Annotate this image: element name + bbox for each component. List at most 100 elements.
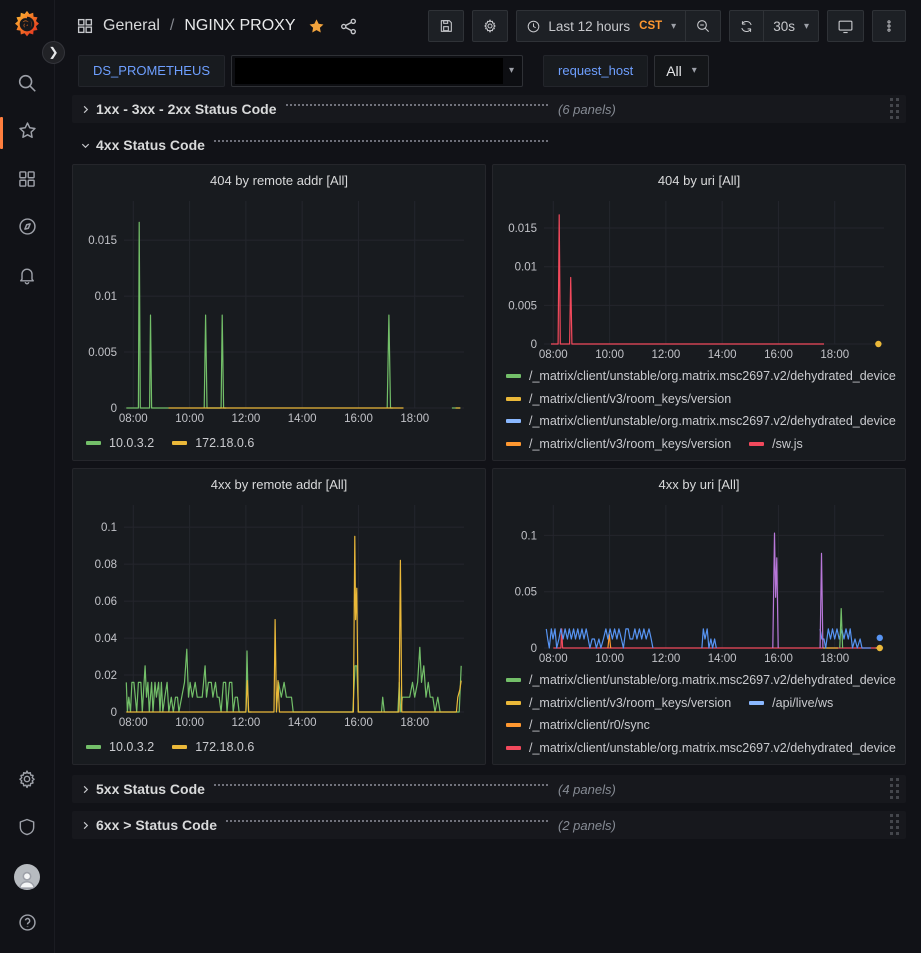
legend-item[interactable]: 172.18.0.6 <box>172 431 254 455</box>
svg-text:0.1: 0.1 <box>101 522 117 534</box>
panel-title[interactable]: 4xx by remote addr [All] <box>82 474 476 497</box>
svg-text:12:00: 12:00 <box>651 349 680 361</box>
legend-swatch <box>506 746 521 750</box>
legend-item[interactable]: 10.0.3.2 <box>86 431 154 455</box>
panel-legend: /_matrix/client/unstable/org.matrix.msc2… <box>502 363 896 455</box>
svg-text:0.01: 0.01 <box>515 262 537 274</box>
row-header-4xx[interactable]: 4xx Status Code <box>72 131 906 159</box>
panel-legend: /_matrix/client/unstable/org.matrix.msc2… <box>502 667 896 759</box>
legend-item[interactable]: /_matrix/client/v3/room_keys/version <box>506 433 731 456</box>
svg-text:0.02: 0.02 <box>95 670 117 682</box>
svg-text:0: 0 <box>111 403 117 415</box>
sidebar-item-help[interactable] <box>0 901 55 949</box>
row-drag-handle[interactable] <box>890 98 900 120</box>
refresh-button[interactable] <box>729 10 764 42</box>
row-drag-handle[interactable] <box>890 814 900 836</box>
variable-value-ds-prometheus[interactable]: ▾ <box>231 55 523 87</box>
svg-text:16:00: 16:00 <box>344 717 373 729</box>
header-toolbar: Last 12 hours CST ▾ 30s <box>428 10 906 42</box>
panel-legend: 10.0.3.2 172.18.0.6 <box>82 731 476 759</box>
legend-swatch <box>506 701 521 705</box>
row-panel-count: (4 panels) <box>558 782 616 797</box>
panel-title[interactable]: 404 by remote addr [All] <box>82 170 476 193</box>
dashboard-settings-button[interactable] <box>472 10 508 42</box>
variable-label-ds-prometheus[interactable]: DS_PROMETHEUS <box>78 55 225 87</box>
panel-4xx-by-uri: 4xx by uri [All] 08:0010:0012:0014:0016:… <box>492 468 906 765</box>
chevron-right-icon <box>80 820 96 831</box>
left-sidebar: ❯ <box>0 0 55 953</box>
timeseries-chart[interactable]: 08:0010:0012:0014:0016:0018:0000.0050.01… <box>502 193 896 363</box>
grafana-logo[interactable] <box>12 9 42 39</box>
timeseries-chart[interactable]: 08:0010:0012:0014:0016:0018:0000.050.1 <box>502 497 896 667</box>
sidebar-expand-button[interactable]: ❯ <box>42 41 65 64</box>
timezone-label: CST <box>639 20 662 32</box>
row-dotted-fill <box>214 140 548 142</box>
timeseries-chart[interactable]: 08:0010:0012:0014:0016:0018:0000.0050.01… <box>82 193 476 427</box>
time-range-picker[interactable]: Last 12 hours CST ▾ <box>516 10 686 42</box>
sidebar-item-search[interactable] <box>0 61 55 109</box>
tv-mode-button[interactable] <box>827 10 864 42</box>
legend-item[interactable]: /_matrix/client/v3/room_keys/version <box>506 388 731 411</box>
save-dashboard-button[interactable] <box>428 10 464 42</box>
legend-item[interactable]: /_matrix/client/v3/room_keys/version <box>506 692 731 715</box>
row-dotted-fill <box>226 820 548 822</box>
dashboard-title[interactable]: NGINX PROXY <box>184 17 295 35</box>
sidebar-item-dashboards[interactable] <box>0 157 55 205</box>
variable-label-request-host[interactable]: request_host <box>543 55 648 87</box>
dashboard-grid-icon[interactable] <box>76 17 94 35</box>
search-icon <box>16 72 38 99</box>
svg-text:18:00: 18:00 <box>400 717 429 729</box>
panel-grid: 404 by remote addr [All] 08:0010:0012:00… <box>72 164 906 765</box>
legend-item[interactable]: /_matrix/client/unstable/org.matrix.msc2… <box>506 669 896 692</box>
zoom-out-time-button[interactable] <box>686 10 721 42</box>
user-avatar <box>14 864 40 890</box>
row-drag-handle[interactable] <box>890 778 900 800</box>
legend-item[interactable]: /_matrix/client/unstable/org.matrix.msc2… <box>506 410 896 433</box>
refresh-interval-picker[interactable]: 30s ▾ <box>764 10 819 42</box>
favorite-star-button[interactable] <box>305 17 328 36</box>
breadcrumb-section[interactable]: General <box>103 17 160 35</box>
svg-text:0.015: 0.015 <box>508 223 537 235</box>
legend-item[interactable]: /_matrix/client/r0/sync <box>506 714 650 737</box>
timeseries-chart[interactable]: 08:0010:0012:0014:0016:0018:0000.020.040… <box>82 497 476 731</box>
variable-value-request-host[interactable]: All ▾ <box>654 55 709 87</box>
chevron-down-icon: ▾ <box>692 65 697 76</box>
svg-text:0.06: 0.06 <box>95 596 117 608</box>
legend-item[interactable]: 172.18.0.6 <box>172 735 254 759</box>
svg-text:0.05: 0.05 <box>515 587 537 599</box>
chevron-down-icon: ▾ <box>804 21 809 32</box>
variable-value-text: All <box>666 63 682 79</box>
row-dotted-fill <box>214 784 548 786</box>
svg-text:0.04: 0.04 <box>95 633 118 645</box>
kebab-menu-button[interactable] <box>872 10 906 42</box>
legend-item[interactable]: /sw.js <box>749 433 803 456</box>
row-header-5xx[interactable]: 5xx Status Code (4 panels) <box>72 775 906 803</box>
sidebar-item-explore[interactable] <box>0 205 55 253</box>
legend-item[interactable]: 10.0.3.2 <box>86 735 154 759</box>
sidebar-item-profile[interactable] <box>0 853 55 901</box>
legend-item[interactable]: /_matrix/client/unstable/org.matrix.msc2… <box>506 365 896 388</box>
row-header-6xx[interactable]: 6xx > Status Code (2 panels) <box>72 811 906 839</box>
legend-item[interactable]: /_matrix/client/unstable/org.matrix.msc2… <box>506 737 896 760</box>
sidebar-item-server-admin[interactable] <box>0 805 55 853</box>
panel-title[interactable]: 404 by uri [All] <box>502 170 896 193</box>
share-icon[interactable] <box>337 17 360 36</box>
svg-text:0.01: 0.01 <box>95 291 117 303</box>
sidebar-item-configuration[interactable] <box>0 757 55 805</box>
legend-label: /_matrix/client/unstable/org.matrix.msc2… <box>529 410 896 433</box>
svg-text:14:00: 14:00 <box>708 349 737 361</box>
shield-icon <box>17 817 37 842</box>
sidebar-item-favorites[interactable] <box>0 109 55 157</box>
kebab-menu-icon <box>882 18 896 34</box>
svg-text:0: 0 <box>531 339 537 351</box>
sidebar-item-alerting[interactable] <box>0 253 55 301</box>
help-icon <box>17 912 38 938</box>
legend-label: 172.18.0.6 <box>195 432 254 455</box>
row-panel-count: (6 panels) <box>558 102 616 117</box>
legend-swatch <box>506 419 521 423</box>
panel-title[interactable]: 4xx by uri [All] <box>502 474 896 497</box>
legend-label: /_matrix/client/unstable/org.matrix.msc2… <box>529 669 896 692</box>
row-header-1xx-3xx-2xx[interactable]: 1xx - 3xx - 2xx Status Code (6 panels) <box>72 95 906 123</box>
dashboard-canvas: 1xx - 3xx - 2xx Status Code (6 panels) 4… <box>55 95 921 953</box>
legend-item[interactable]: /api/live/ws <box>749 692 833 715</box>
